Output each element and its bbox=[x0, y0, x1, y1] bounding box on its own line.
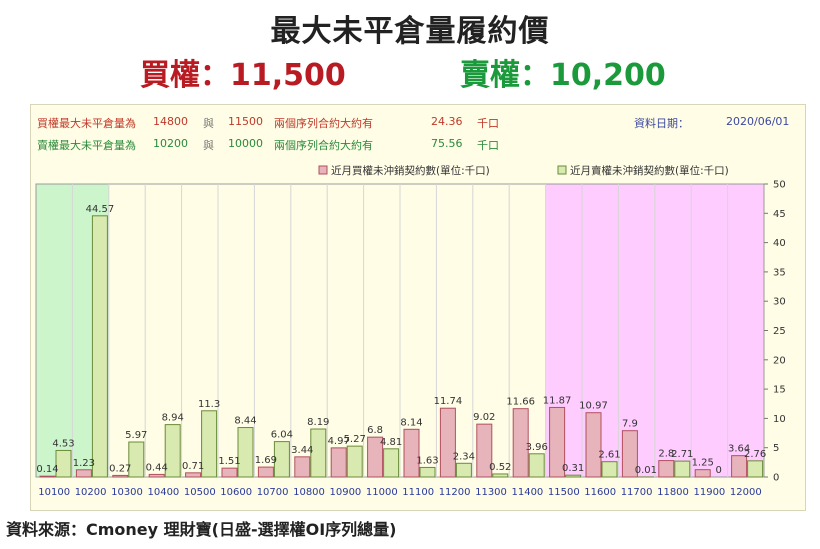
call-max-strike: 買權：11,500 bbox=[140, 58, 346, 93]
call-info-unit: 千口 bbox=[477, 117, 499, 130]
put-info-mid: 兩個序列合約大約有 bbox=[274, 139, 373, 152]
call-info-and: 與 bbox=[203, 117, 214, 130]
date-label: 資料日期： bbox=[634, 117, 689, 130]
call-info-amount: 24.36 bbox=[431, 115, 463, 128]
date-value: 2020/06/01 bbox=[726, 115, 790, 128]
put-info-unit: 千口 bbox=[477, 139, 499, 152]
page-title: 最大未平倉量履約價 bbox=[270, 14, 550, 49]
call-info-mid: 兩個序列合約大約有 bbox=[274, 117, 373, 130]
put-max-strike: 賣權：10,200 bbox=[460, 58, 666, 93]
chart-panel: 買權最大未平倉量為 14800 與 11500 兩個序列合約大約有 24.36 … bbox=[30, 104, 806, 511]
call-info-strike1: 14800 bbox=[153, 115, 188, 128]
call-info-label: 買權最大未平倉量為 bbox=[37, 117, 136, 130]
put-info-amount: 75.56 bbox=[431, 137, 463, 150]
put-info-strike2: 10000 bbox=[228, 137, 263, 150]
put-info-strike1: 10200 bbox=[153, 137, 188, 150]
put-info-label: 賣權最大未平倉量為 bbox=[37, 139, 136, 152]
put-info-and: 與 bbox=[203, 139, 214, 152]
call-info-strike2: 11500 bbox=[228, 115, 263, 128]
data-source: 資料來源：Cmoney 理財寶(日盛-選擇權OI序列總量) bbox=[6, 520, 397, 539]
